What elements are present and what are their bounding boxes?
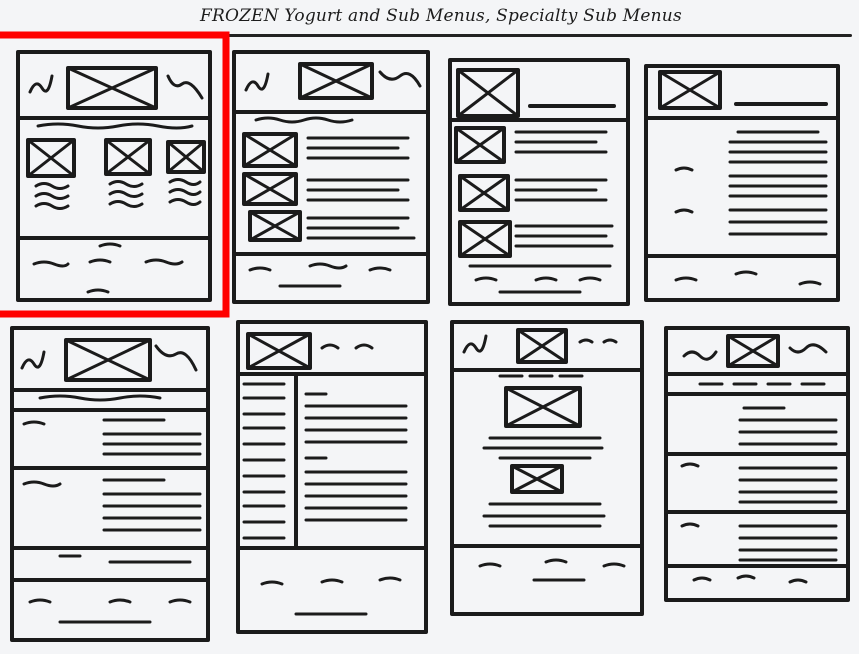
grid-image-3 <box>166 140 206 174</box>
logo-scribble <box>28 74 54 94</box>
sketch-6-sidebar[interactable] <box>236 320 428 634</box>
list-image-1 <box>454 126 506 164</box>
header-image-placeholder <box>516 328 568 364</box>
header-image-placeholder <box>298 62 374 100</box>
header-image-placeholder <box>66 66 158 110</box>
nav-scribble <box>166 74 204 100</box>
header-image-placeholder <box>658 70 722 110</box>
grid-image-2 <box>104 138 152 176</box>
content-image-2 <box>510 464 564 494</box>
sketch-5-two-column-sections[interactable] <box>10 326 210 642</box>
sketch-sheet <box>0 31 850 642</box>
sketch-8-sectioned-text[interactable] <box>664 326 850 602</box>
list-image-2 <box>242 172 298 206</box>
header-image-placeholder <box>726 334 780 368</box>
header-image-placeholder <box>246 332 312 370</box>
header-image-placeholder <box>64 338 152 382</box>
list-image-3 <box>458 220 512 258</box>
sketch-7-centered-images[interactable] <box>450 320 644 616</box>
sketch-3-image-list-alt[interactable] <box>448 58 630 306</box>
list-image-2 <box>458 174 510 212</box>
header-image-placeholder <box>456 68 520 118</box>
content-image-1 <box>504 386 582 428</box>
sketch-2-image-list[interactable] <box>232 50 430 304</box>
list-image-1 <box>242 132 298 168</box>
grid-image-1 <box>26 138 76 178</box>
list-image-3 <box>248 210 302 242</box>
sketch-4-text-list[interactable] <box>644 64 840 302</box>
sketch-1-featured-grid[interactable] <box>16 50 212 302</box>
